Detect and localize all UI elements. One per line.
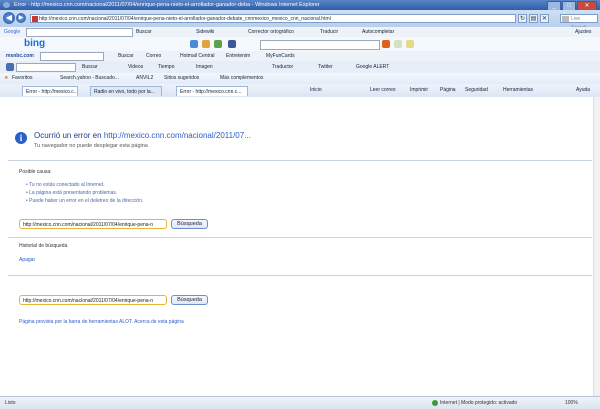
cmd-inicio[interactable]: Inicio	[310, 84, 322, 97]
msn-label: msnbc.com	[6, 53, 34, 59]
status-text: Listo	[5, 400, 16, 406]
links-item-buscar[interactable]: Buscar	[82, 61, 98, 73]
cmd-pagina[interactable]: Página	[440, 84, 456, 97]
zoom-level[interactable]: 100%	[565, 397, 578, 409]
links-item-imagen[interactable]: Imagen	[196, 61, 213, 73]
divider	[8, 237, 592, 238]
cmd-herramientas[interactable]: Herramientas	[503, 84, 533, 97]
google-item-spellcheck[interactable]: Corrector ortográfico	[248, 27, 294, 37]
cmd-imprimir[interactable]: Imprimir	[410, 84, 428, 97]
msn-item-entretenim[interactable]: Entretenim	[226, 51, 250, 61]
causes-label: Posible causa:	[19, 169, 52, 175]
vertical-scrollbar[interactable]	[593, 97, 600, 396]
msn-item-correo[interactable]: Correo	[146, 51, 161, 61]
tab-radio[interactable]: Radio en vivo, todo por la...	[90, 86, 162, 96]
google-label: Google	[4, 29, 21, 35]
site-favicon	[32, 16, 38, 22]
tab-error-2[interactable]: Error - http://mexico.cnn.c...	[176, 86, 248, 96]
msn-item-myfuncards[interactable]: MyFunCards	[266, 51, 295, 61]
refresh-icon[interactable]: ↻	[518, 14, 527, 23]
compat-icon[interactable]: ▤	[529, 14, 538, 23]
bing-video-icon[interactable]	[190, 40, 198, 48]
window-title: Error - http://mexico.cnn.com/nacional/2…	[14, 2, 320, 8]
msn-item-hotmail[interactable]: Hotmail Central	[180, 51, 214, 61]
address-bar: ◀ ▶ http://mexico.cnn.com/nacional/2011/…	[0, 10, 600, 31]
footer-text[interactable]: Página provista por la barra de herramie…	[19, 319, 184, 325]
cmd-seguridad[interactable]: Seguridad	[465, 84, 488, 97]
bing-logo: bing	[24, 38, 46, 49]
bing-weather-icon[interactable]	[394, 40, 402, 48]
toolbar-logo-icon	[6, 63, 14, 71]
links-item-videos[interactable]: Videos	[128, 61, 143, 73]
retry-url-input-2[interactable]: http://mexico.cnn.com/nacional/2011/07/0…	[19, 295, 167, 305]
bing-search-input[interactable]	[260, 40, 380, 50]
info-icon: i	[15, 132, 27, 144]
forward-button[interactable]: ▶	[16, 13, 26, 23]
ie-icon	[3, 2, 10, 8]
links-item-tiempo[interactable]: Tiempo	[158, 61, 175, 73]
google-item-autocomplete[interactable]: Autocompletar	[362, 27, 394, 37]
stop-icon[interactable]: ✕	[540, 14, 549, 23]
live-search-icon	[562, 16, 569, 22]
fav-item-yahoo[interactable]: Search.yahoo - Buscado...	[60, 73, 119, 84]
cmd-ayuda[interactable]: Ayuda	[576, 84, 590, 97]
favorites-star-icon[interactable]: ★	[4, 73, 8, 84]
links-item-twitter[interactable]: Twitter	[318, 61, 333, 73]
history-label: Historial de búsqueda	[19, 243, 68, 249]
error-url-link[interactable]: http://mexico.cnn.com/nacional/2011/07..…	[104, 131, 251, 140]
divider	[8, 160, 592, 161]
tab-error-1[interactable]: Error - http://mexico.c...	[22, 86, 78, 96]
google-search-input[interactable]	[26, 28, 133, 37]
bing-search-icon[interactable]	[382, 40, 390, 48]
search-button[interactable]: Búsqueda	[171, 219, 208, 229]
search-button-2[interactable]: Búsqueda	[171, 295, 208, 305]
security-zone[interactable]: Internet | Modo protegido: activado	[432, 397, 517, 409]
bing-sun-icon[interactable]	[406, 40, 414, 48]
cause-item: • La página está presentando problemas.	[26, 190, 118, 196]
facebook-icon[interactable]	[228, 40, 236, 48]
cause-item: • Tu no estás conectado al Internet.	[26, 182, 105, 188]
live-search-input[interactable]: Live Search	[560, 14, 598, 31]
links-item-google-alert[interactable]: Google ALERT	[356, 61, 389, 73]
google-buscar-button[interactable]: Buscar	[136, 27, 152, 37]
msn-item-buscar[interactable]: Buscar	[118, 51, 134, 61]
google-settings-button[interactable]: Ajustes	[575, 27, 591, 37]
links-item-traductor[interactable]: Traductor	[272, 61, 293, 73]
globe-icon	[432, 400, 438, 406]
cmd-correo[interactable]: Leer correo	[370, 84, 396, 97]
retry-url-input[interactable]: http://mexico.cnn.com/nacional/2011/07/0…	[19, 219, 167, 229]
links-search-input[interactable]	[16, 63, 76, 72]
back-button[interactable]: ◀	[3, 12, 15, 24]
error-title: Ocurrió un error en http://mexico.cnn.co…	[34, 131, 251, 140]
tab-bar: Error - http://mexico.c... Radio en vivo…	[0, 84, 600, 98]
google-item-translate[interactable]: Traducir	[320, 27, 338, 37]
status-bar: Listo Internet | Modo protegido: activad…	[0, 396, 600, 409]
cause-item: • Puede haber un error en el deletreo de…	[26, 198, 144, 204]
bing-image-icon[interactable]	[202, 40, 210, 48]
title-bar: Error - http://mexico.cnn.com/nacional/2…	[0, 0, 600, 11]
msn-search-input[interactable]	[40, 52, 104, 61]
divider	[8, 275, 592, 276]
url-text: http://mexico.cnn.com/nacional/2011/07/0…	[39, 16, 331, 22]
fav-item-suggested[interactable]: Sitios sugeridos	[164, 73, 199, 84]
fav-item-anvil2[interactable]: ANVIL2	[136, 73, 153, 84]
fav-item-addons[interactable]: Más complementos	[220, 73, 263, 84]
url-input[interactable]: http://mexico.cnn.com/nacional/2011/07/0…	[30, 14, 516, 23]
google-item-sidewiki[interactable]: Sidewiki	[196, 27, 214, 37]
bing-toolbar: bing	[0, 37, 600, 52]
clear-history-link[interactable]: Apagar	[19, 257, 35, 263]
favorites-label[interactable]: Favoritos	[12, 73, 33, 84]
page-content: i Ocurrió un error en http://mexico.cnn.…	[0, 97, 600, 396]
error-subtitle: Tu navegador no puede desplegar esta pág…	[34, 143, 148, 149]
bing-map-icon[interactable]	[214, 40, 222, 48]
